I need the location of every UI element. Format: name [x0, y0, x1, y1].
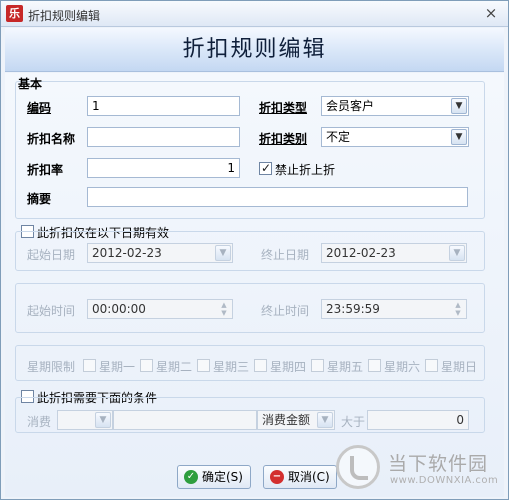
weekday-checkbox[interactable]	[140, 359, 153, 372]
chevron-down-icon[interactable]: ▼	[95, 412, 111, 428]
amount-field-value: 消费金额	[262, 413, 311, 427]
dialog-content: 基本 编码 1 折扣名称 折扣率 1 摘要 折扣类型 会员客户 ▼ 折扣类别 不…	[5, 73, 504, 497]
amount-value-input[interactable]: 0	[367, 410, 469, 430]
weekday-label: 星期三	[213, 360, 250, 374]
cancel-button-label: 取消(C)	[288, 470, 330, 484]
cancel-button[interactable]: − 取消(C)	[263, 465, 337, 489]
start-time-input[interactable]: 00:00:00 ▲ ▼	[87, 299, 233, 319]
code-input[interactable]: 1	[87, 96, 240, 116]
end-time-value: 23:59:59	[326, 302, 380, 316]
dialog-window: 乐 折扣规则编辑 × 折扣规则编辑 基本 编码 1 折扣名称 折扣率 1 摘要 …	[0, 0, 509, 500]
name-input[interactable]	[87, 127, 240, 147]
weekday-checkbox[interactable]	[254, 359, 267, 372]
start-date-label: 起始日期	[27, 248, 76, 262]
rate-input[interactable]: 1	[87, 158, 240, 178]
chevron-down-icon[interactable]: ▼	[451, 98, 467, 114]
watermark-logo-icon	[336, 445, 380, 489]
type-label: 折扣类型	[259, 101, 308, 115]
weekday-checkbox[interactable]	[425, 359, 438, 372]
category-select-value: 不定	[326, 130, 351, 144]
end-date-label: 终止日期	[261, 248, 310, 262]
rate-label: 折扣率	[27, 163, 64, 177]
ok-button-label: 确定(S)	[202, 470, 243, 484]
consume-label: 消费	[27, 415, 52, 429]
weekday-checkbox[interactable]	[197, 359, 210, 372]
weekday-checkbox[interactable]	[368, 359, 381, 372]
summary-input[interactable]	[87, 187, 468, 207]
end-time-input[interactable]: 23:59:59 ▲ ▼	[321, 299, 467, 319]
cancel-circle-icon: −	[270, 470, 284, 484]
banner-title: 折扣规则编辑	[182, 37, 327, 62]
weekday-checkbox[interactable]	[83, 359, 96, 372]
weekday-label: 星期二	[156, 360, 193, 374]
spinner-icon[interactable]: ▲ ▼	[219, 301, 229, 317]
compare-label: 大于	[341, 415, 366, 429]
summary-label: 摘要	[27, 192, 52, 206]
ok-button[interactable]: ✓ 确定(S)	[177, 465, 251, 489]
window-title: 折扣规则编辑	[28, 9, 101, 23]
start-time-label: 起始时间	[27, 304, 76, 318]
amount-field-select[interactable]: 消费金额 ▼	[257, 410, 335, 430]
weekday-label: 星期一	[99, 360, 136, 374]
calendar-dropdown-icon[interactable]: ▼	[215, 245, 231, 261]
forbid-checkbox[interactable]: ✓	[259, 161, 272, 175]
weekday-checkbox[interactable]	[311, 359, 324, 372]
close-button[interactable]: ×	[482, 4, 500, 22]
weekday-label: 星期六	[384, 360, 421, 374]
app-logo-icon: 乐	[6, 5, 23, 22]
end-date-value: 2012-02-23	[326, 246, 396, 260]
end-date-picker[interactable]: 2012-02-23 ▼	[321, 243, 467, 263]
forbid-label: 禁止折上折	[275, 163, 336, 177]
chevron-down-icon[interactable]: ▼	[317, 412, 333, 428]
calendar-dropdown-icon[interactable]: ▼	[449, 245, 465, 261]
end-time-label: 终止时间	[261, 304, 310, 318]
consume-select[interactable]: ▼	[57, 410, 113, 430]
type-select[interactable]: 会员客户 ▼	[321, 96, 469, 116]
watermark-cn-text: 当下软件园	[388, 453, 489, 475]
type-select-value: 会员客户	[326, 99, 375, 113]
start-date-value: 2012-02-23	[92, 246, 162, 260]
weekday-label: 星期限制	[27, 360, 76, 374]
header-banner: 折扣规则编辑	[5, 28, 504, 72]
title-bar: 乐 折扣规则编辑 ×	[1, 1, 508, 27]
consume-target-input[interactable]	[113, 410, 257, 430]
name-label: 折扣名称	[27, 132, 76, 146]
start-time-value: 00:00:00	[92, 302, 146, 316]
weekday-checkboxes: 星期一 星期二 星期三 星期四 星期五 星期六 星期日	[83, 358, 483, 374]
watermark-en-text: www.DOWNXIA.com	[390, 475, 499, 486]
weekday-label: 星期日	[441, 360, 478, 374]
chevron-down-icon[interactable]: ▼	[451, 129, 467, 145]
basic-group-title: 基本	[18, 77, 43, 91]
checkmark-icon: ✓	[260, 161, 272, 175]
category-label: 折扣类别	[259, 132, 308, 146]
site-watermark: 当下软件园 www.DOWNXIA.com	[336, 445, 506, 493]
weekday-label: 星期四	[270, 360, 307, 374]
weekday-label: 星期五	[327, 360, 364, 374]
spinner-icon[interactable]: ▲ ▼	[453, 301, 463, 317]
start-date-picker[interactable]: 2012-02-23 ▼	[87, 243, 233, 263]
category-select[interactable]: 不定 ▼	[321, 127, 469, 147]
code-label: 编码	[27, 101, 52, 115]
checkmark-circle-icon: ✓	[184, 470, 198, 484]
